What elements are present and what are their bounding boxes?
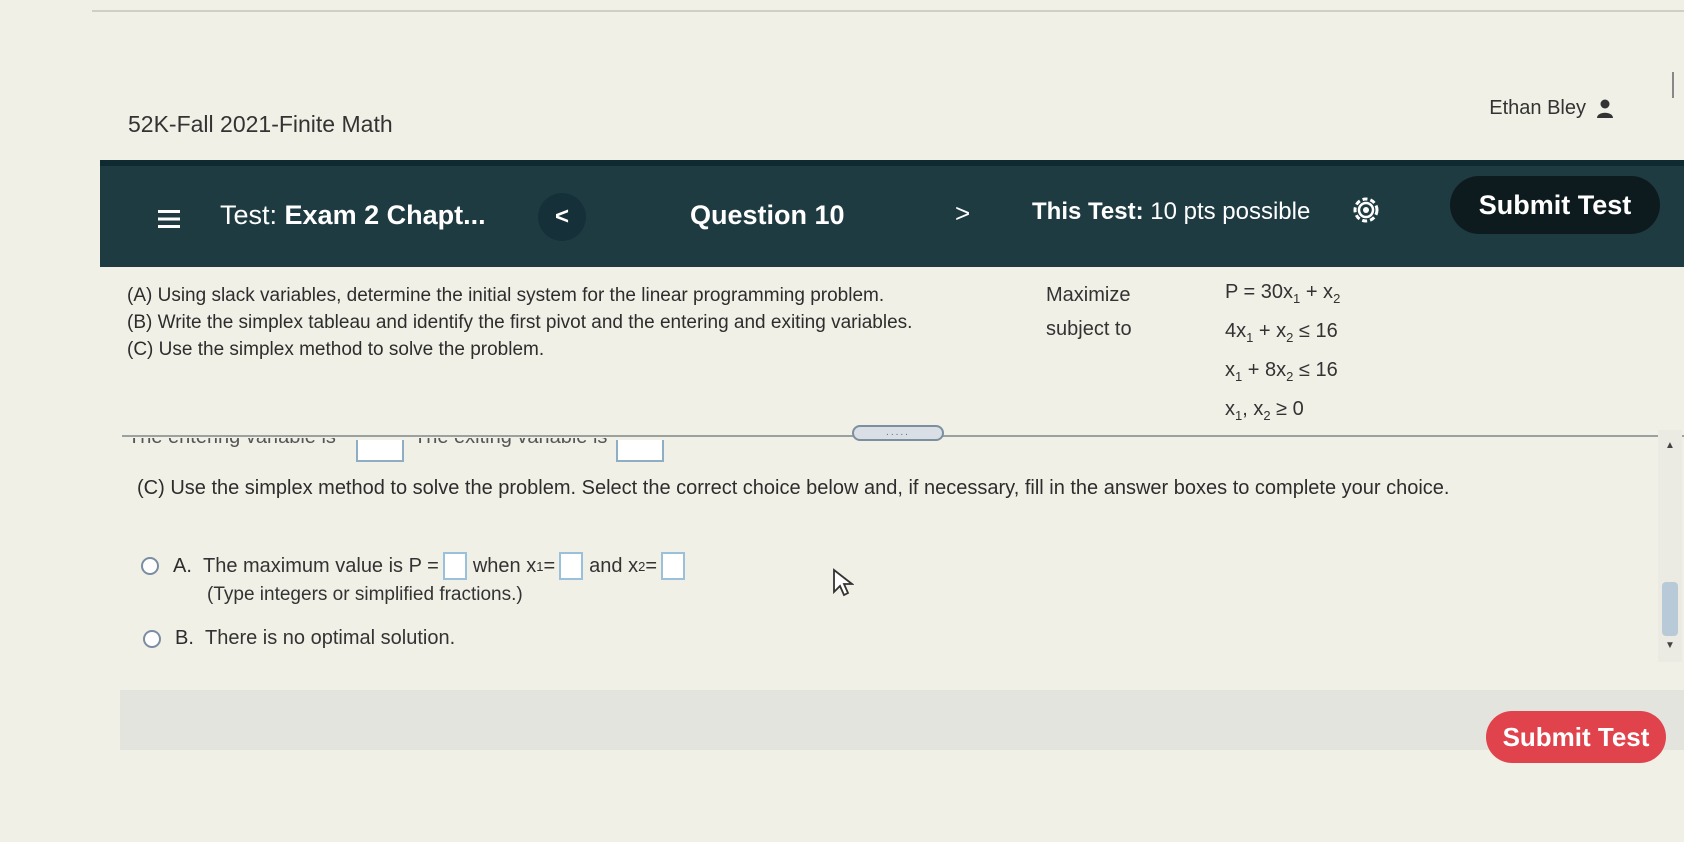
submit-test-bottom-button[interactable]: Submit Test [1486, 711, 1666, 763]
instruction-c: (C) Use the simplex method to solve the … [127, 339, 545, 360]
test-navigation-bar: Test: Exam 2 Chapt... < Question 10 > Th… [100, 160, 1684, 267]
constraint-1: 4x1 + x2 ≤ 16 [1225, 320, 1338, 345]
user-icon [1596, 99, 1614, 119]
exiting-variable-label: The exiting variable is [414, 438, 607, 449]
choice-b-letter: B. [175, 627, 194, 649]
gear-icon[interactable] [1350, 194, 1382, 231]
part-c-prompt: (C) Use the simplex method to solve the … [137, 477, 1450, 499]
constraint-2: x1 + 8x2 ≤ 16 [1225, 359, 1338, 384]
x2-value-input[interactable] [661, 552, 685, 580]
next-question-button[interactable]: > [955, 198, 970, 229]
user-name: Ethan Bley [1489, 97, 1586, 119]
lp-equations: P = 30x1 + x2 4x1 + x2 ≤ 16 x1 + 8x2 ≤ 1… [1225, 276, 1340, 432]
subject-to-label: subject to [1046, 318, 1132, 340]
choice-a-letter: A. [173, 554, 192, 577]
test-points-prefix: This Test: [1032, 198, 1151, 225]
test-title-prefix: Test: [220, 200, 285, 230]
window-edge [1672, 72, 1674, 98]
test-title-name: Exam 2 Chapt... [284, 200, 486, 230]
resize-handle[interactable]: ..... [852, 425, 944, 441]
answer-pane-scrollbar[interactable]: ▲ ▼ [1658, 430, 1682, 662]
max-value-input[interactable] [442, 552, 467, 580]
maximize-label: Maximize [1046, 284, 1131, 306]
lp-labels: Maximize subject to [1046, 278, 1132, 346]
mouse-cursor-icon [832, 568, 855, 603]
instruction-a: (A) Using slack variables, determine the… [127, 285, 885, 306]
test-points-value: 10 pts possible [1150, 198, 1311, 225]
choice-a[interactable]: A. The maximum value is P = when x1 = an… [141, 552, 691, 580]
submit-test-button[interactable]: Submit Test [1450, 176, 1660, 234]
scrolled-content-cutoff: The entering variable is The exiting var… [128, 438, 688, 464]
entering-variable-label: The entering variable is [128, 438, 336, 449]
test-points: This Test: 10 pts possible [1032, 198, 1310, 226]
scroll-thumb[interactable] [1662, 582, 1678, 636]
choice-b-text: There is no optimal solution. [205, 627, 456, 649]
test-title[interactable]: Test: Exam 2 Chapt... [220, 200, 486, 231]
user-menu[interactable]: Ethan Bley [1489, 97, 1614, 120]
top-rule [92, 10, 1684, 12]
choice-a-radio[interactable] [141, 557, 159, 575]
objective-function: P = 30x1 + x2 [1225, 281, 1341, 306]
problem-instructions: (A) Using slack variables, determine the… [127, 282, 912, 363]
entering-variable-box[interactable] [356, 440, 404, 462]
previous-question-button[interactable]: < [538, 193, 586, 241]
exiting-variable-box[interactable] [616, 440, 664, 462]
x1-value-input[interactable] [559, 552, 584, 580]
instruction-b: (B) Write the simplex tableau and identi… [127, 312, 913, 333]
choice-b[interactable]: B. There is no optimal solution. [143, 627, 455, 650]
question-number[interactable]: Question 10 [690, 200, 845, 231]
footer-bar [120, 690, 1684, 750]
constraint-nonnegativity: x1, x2 ≥ 0 [1225, 398, 1304, 423]
choice-b-radio[interactable] [143, 629, 161, 648]
menu-icon[interactable] [158, 208, 180, 235]
course-title: 52K-Fall 2021-Finite Math [128, 111, 393, 137]
choice-a-hint: (Type integers or simplified fractions.) [207, 584, 523, 605]
choice-a-text: The maximum value is P = [203, 554, 439, 577]
scroll-up-icon[interactable]: ▲ [1665, 440, 1675, 451]
scroll-down-icon[interactable]: ▼ [1665, 640, 1675, 651]
